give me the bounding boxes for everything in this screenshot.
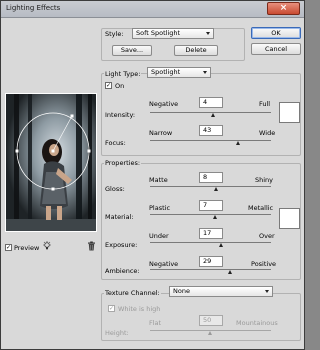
ok-button[interactable]: OK bbox=[251, 27, 301, 39]
white-is-high-checkbox[interactable]: ✓ bbox=[108, 305, 115, 312]
texture-channel-value: None bbox=[173, 287, 190, 295]
style-label: Style: bbox=[105, 30, 124, 38]
focus-value-field[interactable]: 43 bbox=[199, 125, 223, 136]
lighting-effects-dialog: Lighting Effects × OK Cancel Style: Soft… bbox=[0, 0, 305, 350]
properties-label: Properties: bbox=[104, 159, 142, 167]
chevron-down-icon bbox=[203, 71, 207, 74]
height-value-field[interactable]: 50 bbox=[199, 315, 223, 326]
focus-min-label: Narrow bbox=[149, 129, 173, 137]
gloss-slider-track[interactable] bbox=[150, 186, 271, 187]
trash-icon-svg bbox=[88, 241, 95, 251]
light-color-swatch[interactable] bbox=[279, 102, 300, 123]
chevron-down-icon bbox=[206, 32, 210, 35]
height-min-label: Flat bbox=[149, 319, 162, 327]
exposure-max-label: Over bbox=[259, 232, 275, 240]
focus-slider-track[interactable] bbox=[150, 140, 271, 141]
exposure-slider-thumb[interactable] bbox=[219, 243, 223, 247]
light-type-label: Light Type: bbox=[104, 70, 142, 78]
cancel-button[interactable]: Cancel bbox=[251, 43, 301, 55]
focus-label: Focus: bbox=[105, 139, 126, 147]
ambient-color-swatch[interactable] bbox=[279, 208, 300, 229]
preview-label: Preview bbox=[14, 244, 40, 252]
gloss-value-field[interactable]: 8 bbox=[199, 172, 223, 183]
chevron-down-icon bbox=[265, 290, 269, 293]
preview-checkbox[interactable]: ✓ bbox=[5, 244, 12, 251]
light-on-label: On bbox=[115, 82, 125, 90]
focus-max-label: Wide bbox=[259, 129, 276, 137]
delete-button[interactable]: Delete bbox=[174, 45, 218, 56]
lightbulb-icon-svg bbox=[43, 241, 51, 250]
material-label: Material: bbox=[105, 213, 134, 221]
texture-channel-label: Texture Channel: bbox=[104, 289, 161, 297]
height-max-label: Mountainous bbox=[236, 319, 278, 327]
light-on-checkbox[interactable]: ✓ bbox=[105, 82, 112, 89]
gloss-label: Gloss: bbox=[105, 185, 125, 193]
style-select[interactable]: Soft Spotlight bbox=[132, 28, 214, 39]
light-type-select[interactable]: Spotlight bbox=[147, 67, 211, 78]
light-type-value: Spotlight bbox=[151, 68, 181, 76]
white-is-high-label: White is high bbox=[118, 305, 161, 313]
gloss-slider-thumb[interactable] bbox=[214, 187, 218, 191]
ambience-label: Ambience: bbox=[105, 267, 140, 275]
ambience-min-label: Negative bbox=[149, 260, 179, 268]
material-min-label: Plastic bbox=[149, 204, 171, 212]
exposure-value-field[interactable]: 17 bbox=[199, 228, 223, 239]
intensity-label: Intensity: bbox=[105, 111, 136, 119]
material-slider-track[interactable] bbox=[150, 214, 271, 215]
material-value-field[interactable]: 7 bbox=[199, 200, 223, 211]
ambience-slider-thumb[interactable] bbox=[228, 270, 232, 274]
focus-slider-thumb[interactable] bbox=[236, 141, 240, 145]
exposure-slider-track[interactable] bbox=[150, 242, 271, 243]
lightbulb-icon[interactable] bbox=[42, 241, 52, 253]
ambience-max-label: Positive bbox=[251, 260, 277, 268]
exposure-label: Exposure: bbox=[105, 241, 138, 249]
style-select-value: Soft Spotlight bbox=[136, 29, 181, 37]
window-title: Lighting Effects bbox=[6, 4, 61, 12]
height-label: Height: bbox=[105, 329, 129, 337]
height-slider-thumb[interactable] bbox=[208, 331, 212, 335]
intensity-slider-thumb[interactable] bbox=[211, 113, 215, 117]
preview-image bbox=[6, 94, 96, 231]
save-button[interactable]: Save... bbox=[112, 45, 152, 56]
intensity-max-label: Full bbox=[259, 100, 271, 108]
exposure-min-label: Under bbox=[149, 232, 169, 240]
gloss-max-label: Shiny bbox=[255, 176, 274, 184]
ambience-slider-track[interactable] bbox=[150, 269, 271, 270]
texture-channel-select[interactable]: None bbox=[169, 286, 273, 297]
close-button[interactable]: × bbox=[267, 2, 300, 15]
intensity-min-label: Negative bbox=[149, 100, 179, 108]
intensity-value-field[interactable]: 4 bbox=[199, 97, 223, 108]
trash-icon[interactable] bbox=[87, 241, 96, 253]
ambience-value-field[interactable]: 29 bbox=[199, 256, 223, 267]
preview-canvas[interactable] bbox=[5, 93, 97, 232]
material-max-label: Metallic bbox=[248, 204, 274, 212]
title-bar: Lighting Effects × bbox=[1, 1, 304, 18]
gloss-min-label: Matte bbox=[149, 176, 168, 184]
material-slider-thumb[interactable] bbox=[213, 215, 217, 219]
